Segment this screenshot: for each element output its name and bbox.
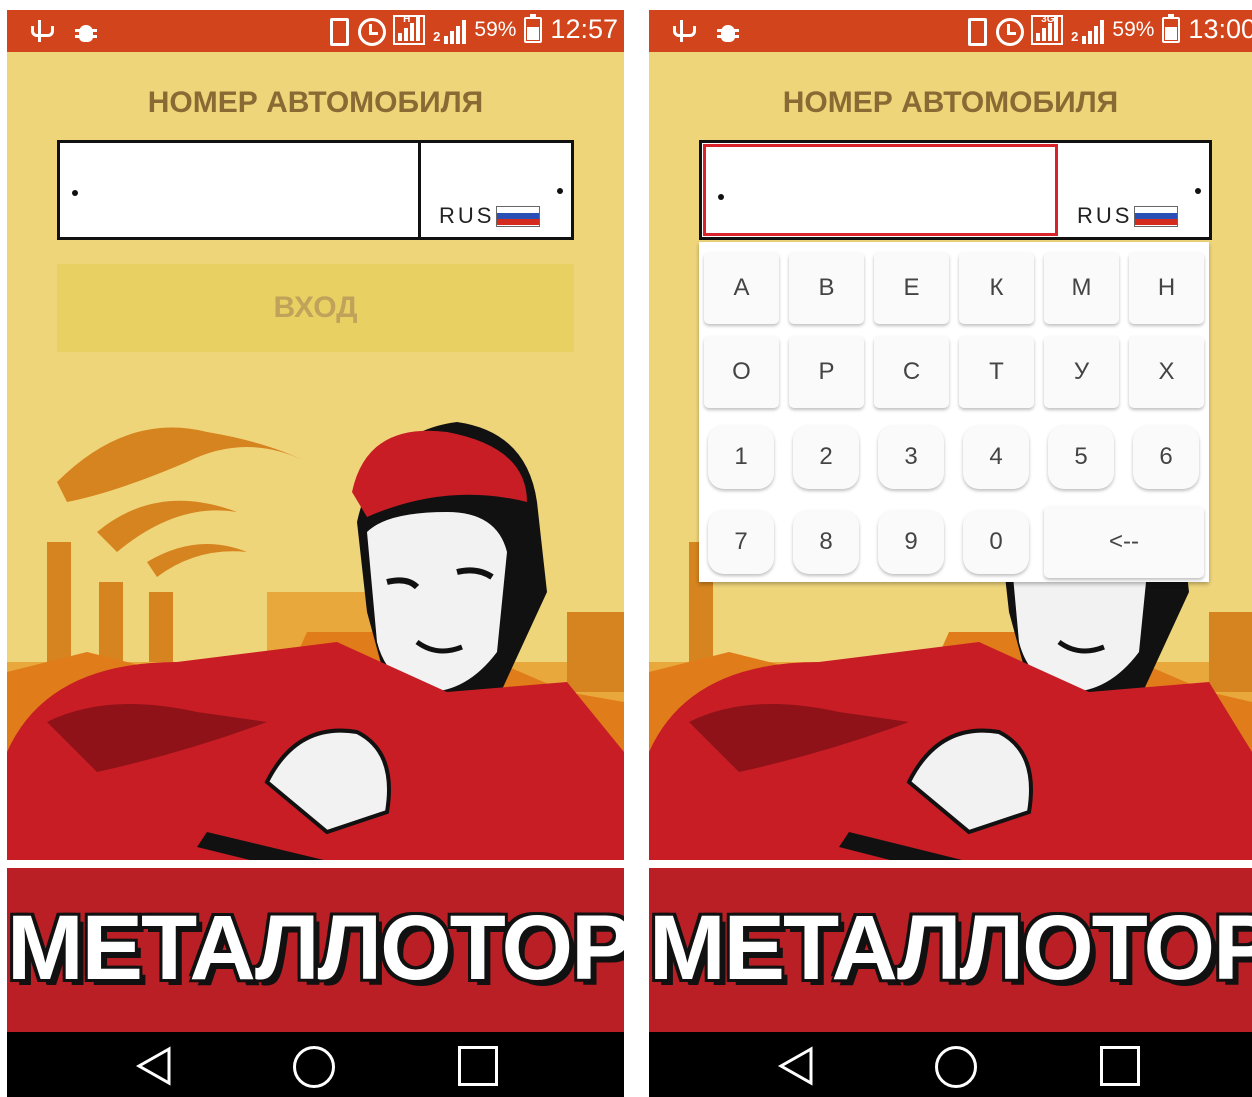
signal-icon: 3G — [1031, 13, 1064, 45]
clock: 12:57 — [550, 14, 618, 44]
key-digit[interactable]: 7 — [708, 510, 774, 574]
signal-icon: 2 — [433, 16, 467, 44]
usb-icon — [669, 18, 696, 44]
sim-number: 2 — [433, 28, 441, 44]
debug-icon — [75, 19, 97, 43]
nav-home-icon[interactable] — [293, 1046, 335, 1088]
key-letter[interactable]: Р — [789, 336, 864, 408]
key-digit[interactable]: 3 — [878, 425, 944, 489]
brand-banner: МЕТАЛЛОТОРГ — [7, 860, 624, 1032]
nav-back-icon[interactable] — [135, 1046, 173, 1086]
key-letter[interactable]: С — [874, 336, 949, 408]
battery-icon — [524, 13, 543, 43]
plate-number-field[interactable] — [703, 144, 1058, 236]
key-letter[interactable]: А — [704, 252, 779, 324]
debug-icon — [717, 19, 739, 43]
nav-recent-icon[interactable] — [1100, 1046, 1140, 1086]
plate-rivet — [557, 188, 563, 194]
phone-screen-keypad: 3G 2 59% 13:00 НОМЕР АВТОМОБИЛЯ RUS А В … — [649, 10, 1252, 1097]
app-screen: НОМЕР АВТОМОБИЛЯ RUS ВХОД МЕТАЛЛОТОРГ — [7, 52, 624, 1032]
region-label: RUS — [1077, 203, 1133, 228]
clock: 13:00 — [1188, 14, 1252, 44]
plate-region-field[interactable]: RUS — [421, 143, 571, 237]
battery-percent: 59% — [1112, 17, 1155, 41]
phone-screen-login: H 2 59% 12:57 НОМЕР АВТОМОБИЛЯ RUS ВХОД … — [7, 10, 624, 1097]
signal-icon: 2 — [1071, 16, 1105, 44]
key-letter[interactable]: У — [1044, 336, 1119, 408]
key-digit[interactable]: 9 — [878, 510, 944, 574]
license-plate-input[interactable]: RUS — [57, 140, 574, 240]
alarm-icon — [357, 16, 387, 46]
nav-recent-icon[interactable] — [458, 1046, 498, 1086]
vibrate-icon — [325, 16, 350, 46]
russia-flag-icon — [496, 205, 541, 227]
key-letter[interactable]: К — [959, 252, 1034, 324]
usb-icon — [27, 18, 54, 44]
page-title: НОМЕР АВТОМОБИЛЯ — [782, 86, 1119, 119]
backspace-button[interactable]: <-- — [1044, 506, 1204, 578]
key-letter[interactable]: О — [704, 336, 779, 408]
key-letter[interactable]: В — [789, 252, 864, 324]
network-type: 3G — [1041, 13, 1055, 25]
plate-rivet — [1195, 188, 1201, 194]
alarm-icon — [995, 16, 1025, 46]
key-digit[interactable]: 8 — [793, 510, 859, 574]
plate-rivet — [718, 194, 724, 200]
region-label: RUS — [439, 203, 495, 228]
plate-region-field[interactable]: RUS — [1059, 143, 1209, 237]
system-nav-bar — [7, 1032, 624, 1097]
key-letter[interactable]: М — [1044, 252, 1119, 324]
key-digit[interactable]: 1 — [708, 425, 774, 489]
page-title: НОМЕР АВТОМОБИЛЯ — [147, 86, 484, 119]
key-letter[interactable]: Т — [959, 336, 1034, 408]
system-nav-bar — [649, 1032, 1252, 1097]
app-screen: НОМЕР АВТОМОБИЛЯ RUS А В Е К М Н О Р С Т… — [649, 52, 1252, 1032]
status-bar: 3G 2 59% 13:00 — [649, 10, 1252, 52]
brand-banner: МЕТАЛЛОТОРГ — [649, 860, 1252, 1032]
plate-keypad: А В Е К М Н О Р С Т У Х 1 2 3 4 5 6 7 8 … — [699, 242, 1209, 582]
plate-number-field[interactable] — [60, 143, 421, 237]
vibrate-icon — [963, 16, 988, 46]
status-bar: H 2 59% 12:57 — [7, 10, 624, 52]
key-letter[interactable]: Н — [1129, 252, 1204, 324]
license-plate-input[interactable]: RUS — [699, 140, 1212, 240]
key-digit[interactable]: 6 — [1133, 425, 1199, 489]
russia-flag-icon — [1134, 205, 1179, 227]
nav-back-icon[interactable] — [777, 1046, 815, 1086]
battery-percent: 59% — [474, 17, 517, 41]
key-digit[interactable]: 2 — [793, 425, 859, 489]
plate-rivet — [72, 190, 78, 196]
nav-home-icon[interactable] — [935, 1046, 977, 1088]
sim-number: 2 — [1071, 28, 1079, 44]
network-type: H — [403, 13, 411, 25]
battery-icon — [1162, 13, 1181, 43]
brand-logo: МЕТАЛЛОТОРГ — [7, 897, 624, 999]
key-digit[interactable]: 0 — [963, 510, 1029, 574]
key-digit[interactable]: 4 — [963, 425, 1029, 489]
login-button[interactable]: ВХОД — [57, 264, 574, 352]
key-digit[interactable]: 5 — [1048, 425, 1114, 489]
key-letter[interactable]: Х — [1129, 336, 1204, 408]
key-letter[interactable]: Е — [874, 252, 949, 324]
brand-logo: МЕТАЛЛОТОРГ — [649, 897, 1252, 999]
signal-icon: H — [393, 13, 426, 45]
